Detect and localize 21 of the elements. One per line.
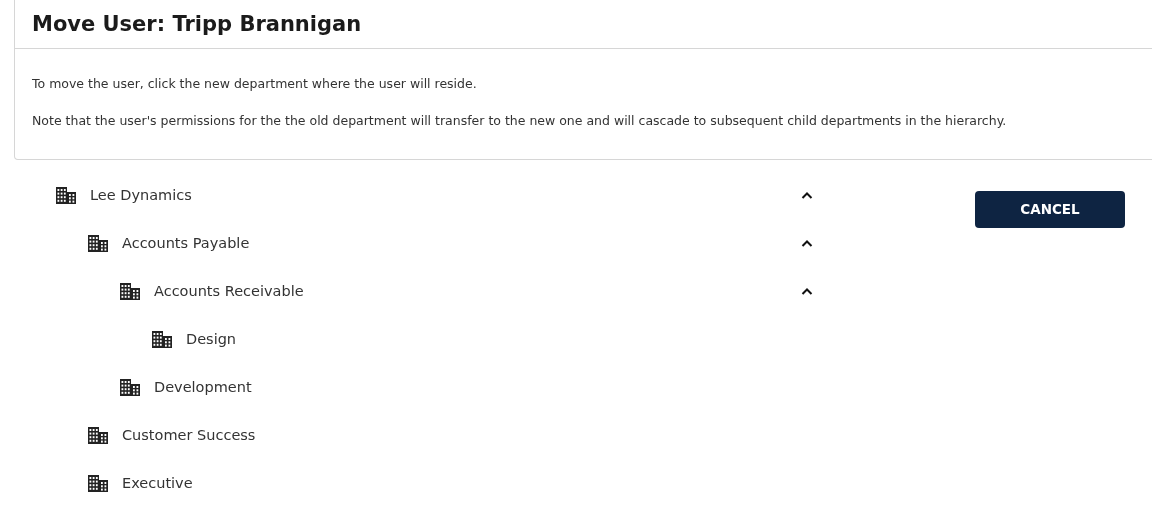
collapse-chevron-icon[interactable] (801, 286, 813, 297)
building-icon (120, 379, 140, 397)
collapse-chevron-icon[interactable] (801, 238, 813, 249)
instruction-text: Note that the user's permissions for the the old department will transfer to the new one and will cascade to subsequent child departments in the hierarchy. (32, 111, 1008, 130)
collapse-chevron-icon[interactable] (801, 190, 813, 201)
building-icon (88, 235, 108, 253)
building-icon (88, 427, 108, 445)
department-name[interactable]: Accounts Receivable (154, 280, 304, 303)
building-icon (88, 475, 108, 493)
page-title: Move User: Tripp Brannigan (15, 0, 1152, 50)
building-icon (56, 187, 76, 205)
instruction-text: To move the user, click the new department where the user will reside. (32, 75, 478, 94)
department-name[interactable]: Lee Dynamics (90, 184, 192, 207)
cancel-button[interactable]: CANCEL (975, 190, 1125, 228)
department-name[interactable]: Design (186, 328, 237, 351)
department-name[interactable]: Customer Success (122, 424, 256, 447)
department-name[interactable]: Executive (122, 472, 193, 495)
building-icon (152, 331, 172, 349)
department-name[interactable]: Accounts Payable (122, 232, 250, 255)
department-name[interactable]: Development (154, 376, 252, 399)
building-icon (120, 283, 140, 301)
